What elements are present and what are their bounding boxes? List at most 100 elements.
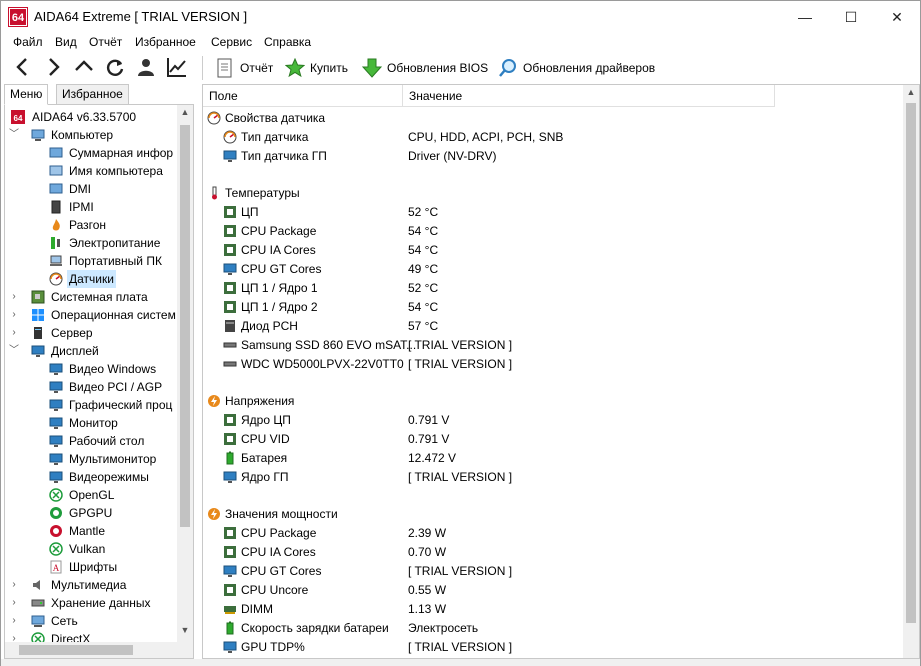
section-header-row[interactable]: Свойства датчика [203,109,903,128]
sensor-row[interactable]: Ядро ГП [ TRIAL VERSION ] [203,468,903,487]
tree-item[interactable]: Mantle [5,522,175,540]
expand-open-icon[interactable]: ﹀ [9,342,19,360]
minimize-button[interactable]: — [782,1,828,33]
tree-item[interactable]: Видеорежимы [5,468,175,486]
sensor-row[interactable]: CPU IA Cores 54 °C [203,241,903,260]
tree-item[interactable]: › Мультимедиа [5,576,175,594]
tree-item[interactable]: Электропитание [5,234,175,252]
tab-menu[interactable]: Меню [4,84,49,105]
menu-help[interactable]: Справка [264,35,311,49]
tree-scroll-thumb[interactable] [180,125,190,527]
tree-item[interactable]: › Сервер [5,324,175,342]
sensor-row[interactable]: ЦП 1 / Ядро 2 54 °C [203,298,903,317]
sensor-row[interactable]: Тип датчика CPU, HDD, ACPI, PCH, SNB [203,128,903,147]
expand-closed-icon[interactable]: › [9,594,19,612]
section-header-row[interactable]: Значения мощности [203,505,903,524]
tree-item[interactable]: › Операционная систем [5,306,176,324]
menu-file[interactable]: Файл [13,35,43,49]
sensor-row[interactable]: CPU VID 0.791 V [203,430,903,449]
sensor-row[interactable]: ЦП 1 / Ядро 1 52 °C [203,279,903,298]
sensor-row[interactable]: DIMM 1.13 W [203,600,903,619]
tree-item[interactable]: › Сеть [5,612,175,630]
expand-open-icon[interactable]: ﹀ [9,126,19,144]
sensor-row[interactable]: CPU IA Cores 0.70 W [203,543,903,562]
driver-updates-button[interactable]: Обновления драйверов [498,56,658,80]
tree-item[interactable]: Портативный ПК [5,252,175,270]
column-header-value[interactable]: Значение [403,85,775,107]
close-button[interactable]: ✕ [874,1,920,33]
menu-service[interactable]: Сервис [211,35,252,49]
sensor-row[interactable]: CPU Package 54 °C [203,222,903,241]
scroll-up-arrow-icon[interactable]: ▲ [177,107,193,117]
tree-item[interactable]: 64 AIDA64 v6.33.5700 [5,108,175,126]
section-header-row[interactable]: Температуры [203,184,903,203]
user-icon[interactable] [134,55,158,79]
column-header-field[interactable]: Поле [203,85,403,107]
scroll-down-arrow-icon[interactable]: ▼ [177,625,193,635]
menu-report[interactable]: Отчёт [89,35,122,49]
tree-hscroll-thumb[interactable] [19,645,133,655]
tab-favorites[interactable]: Избранное [56,84,129,105]
details-scroll-thumb[interactable] [906,103,916,623]
sensor-row[interactable]: Samsung SSD 860 EVO mSAT...[ TRIAL VERSI… [203,336,903,355]
up-icon[interactable] [72,55,96,79]
tree-item[interactable]: A Шрифты [5,558,175,576]
driver-updates-label: Обновления драйверов [523,61,656,75]
sensor-row[interactable]: CPU Uncore 0.55 W [203,581,903,600]
tree-horizontal-scrollbar[interactable] [5,642,177,658]
expand-closed-icon[interactable]: › [9,324,19,342]
tree-item[interactable]: Графический проц [5,396,175,414]
tree-item[interactable]: Vulkan [5,540,175,558]
sensor-row[interactable]: Тип датчика ГП Driver (NV-DRV) [203,147,903,166]
section-header-row[interactable]: Напряжения [203,392,903,411]
sensor-row[interactable]: Батарея 12.472 V [203,449,903,468]
menu-favorites[interactable]: Избранное [135,35,196,49]
tree-item[interactable]: Имя компьютера [5,162,175,180]
tree-item[interactable]: Рабочий стол [5,432,175,450]
tree-item[interactable]: ﹀ Дисплей [5,342,175,360]
forward-icon[interactable] [41,55,65,79]
sensor-row[interactable]: WDC WD5000LPVX-22V0TT0 [ TRIAL VERSION ] [203,355,903,374]
tree-item[interactable]: Видео Windows [5,360,175,378]
tree-vertical-scrollbar[interactable]: ▲ ▼ [177,105,193,658]
tree-item[interactable]: OpenGL [5,486,175,504]
details-vertical-scrollbar[interactable]: ▲ [903,85,919,658]
field-label: Батарея [241,451,288,465]
expand-closed-icon[interactable]: › [9,612,19,630]
sensor-row[interactable]: CPU GT Cores [ TRIAL VERSION ] [203,562,903,581]
tree-item[interactable]: GPGPU [5,504,175,522]
sensor-row[interactable]: Скорость зарядки батареи Электросеть [203,619,903,638]
report-button[interactable]: Отчёт [215,56,275,80]
tree-item[interactable]: Разгон [5,216,175,234]
tree-item[interactable]: ﹀ Компьютер [5,126,175,144]
tree-item[interactable]: › Системная плата [5,288,175,306]
tree-item[interactable]: Видео PCI / AGP [5,378,175,396]
sensor-row[interactable]: GPU TDP% [ TRIAL VERSION ] [203,638,903,657]
expand-closed-icon[interactable]: › [9,288,19,306]
menu-view[interactable]: Вид [55,35,77,49]
sensor-row[interactable]: Ядро ЦП 0.791 V [203,411,903,430]
tree-item-label: GPGPU [69,506,113,520]
tree-item[interactable]: Суммарная инфор [5,144,175,162]
field-label: CPU IA Cores [241,243,316,257]
benchmark-chart-icon[interactable] [165,55,189,79]
field-value: 52 °C [408,281,439,295]
expand-closed-icon[interactable]: › [9,576,19,594]
maximize-button[interactable]: ☐ [828,1,874,33]
sensor-row[interactable]: CPU GT Cores 49 °C [203,260,903,279]
tree-item[interactable]: DMI [5,180,175,198]
sensor-row[interactable]: ЦП 52 °C [203,203,903,222]
details-scroll-up-arrow-icon[interactable]: ▲ [903,87,919,97]
sensor-row[interactable]: CPU Package 2.39 W [203,524,903,543]
tree-item[interactable]: Монитор [5,414,175,432]
sensor-row[interactable]: Диод PCH 57 °C [203,317,903,336]
bios-updates-button[interactable]: Обновления BIOS [362,56,488,80]
tree-item[interactable]: IPMI [5,198,175,216]
tree-item[interactable]: Датчики [5,270,175,288]
refresh-icon[interactable] [103,55,127,79]
tree-item[interactable]: › Хранение данных [5,594,175,612]
back-icon[interactable] [11,55,35,79]
buy-button[interactable]: Купить [285,56,353,80]
expand-closed-icon[interactable]: › [9,306,19,324]
tree-item[interactable]: Мультимонитор [5,450,175,468]
